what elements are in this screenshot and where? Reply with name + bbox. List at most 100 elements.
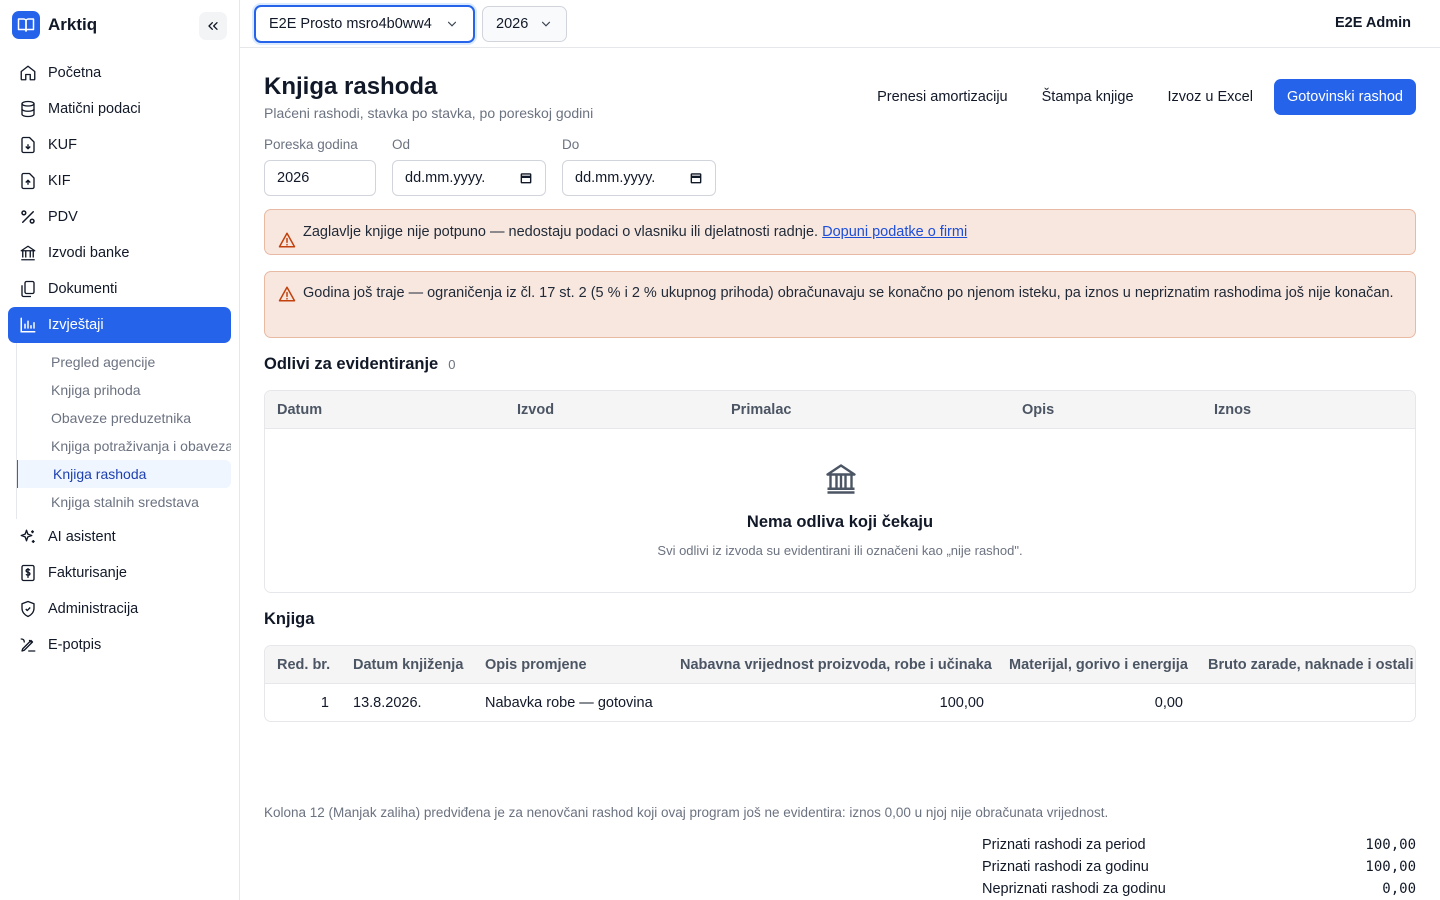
outflows-count: 0 bbox=[448, 357, 456, 372]
sidebar-nav: Početna Matični podaci KUF KIF PDV Izvod… bbox=[0, 50, 239, 663]
sidebar-item-izvjestaji[interactable]: Izvještaji bbox=[8, 307, 231, 343]
transfer-depreciation-button[interactable]: Prenesi amortizaciju bbox=[860, 79, 1025, 115]
tax-year-field: Poreska godina 2026 bbox=[264, 137, 376, 196]
to-date-input[interactable]: dd.mm.yyyy. bbox=[562, 160, 716, 196]
chevron-down-icon bbox=[447, 21, 457, 27]
header-incomplete-alert: Zaglavlje knjige nije potpuno — nedostaj… bbox=[264, 209, 1416, 255]
sidebar-item-label: KUF bbox=[48, 137, 77, 153]
signature-icon bbox=[18, 635, 38, 655]
sidebar-item-pocetna[interactable]: Početna bbox=[8, 55, 231, 91]
total-value: 100,00 bbox=[1365, 837, 1416, 853]
subnav-item-knjiga-rashoda[interactable]: Knjiga rashoda bbox=[16, 460, 231, 488]
collapse-sidebar-button[interactable] bbox=[199, 12, 227, 40]
export-excel-button[interactable]: Izvoz u Excel bbox=[1151, 79, 1270, 115]
topbar: E2E Prosto msro4b0ww4 2026 E2E Admin bbox=[240, 0, 1440, 48]
tax-year-label: Poreska godina bbox=[264, 137, 358, 152]
alert-text: Zaglavlje knjige nije potpuno — nedostaj… bbox=[303, 224, 823, 240]
subnav-item-obaveze-preduzetnika[interactable]: Obaveze preduzetnika bbox=[0, 404, 231, 432]
column-header[interactable]: Datum bbox=[277, 402, 322, 418]
file-download-icon bbox=[18, 135, 38, 155]
calendar-icon bbox=[520, 173, 532, 184]
column-header[interactable]: Materijal, gorivo i energija bbox=[1009, 657, 1188, 673]
sidebar-item-label: Izvještaji bbox=[48, 317, 104, 333]
sidebar-item-ai-asistent[interactable]: AI asistent bbox=[8, 519, 231, 555]
column-header[interactable]: Primalac bbox=[731, 402, 791, 418]
column-header[interactable]: Iznos bbox=[1214, 402, 1251, 418]
subnav-item-knjiga-potrazivanja[interactable]: Knjiga potraživanja i obaveza bbox=[0, 432, 231, 460]
row-purchase-value: 100,00 bbox=[939, 695, 984, 711]
total-unrecognized: Nepriznati rashodi za godinu 0,00 bbox=[982, 881, 1416, 900]
shield-icon bbox=[18, 599, 38, 619]
documents-icon bbox=[18, 279, 38, 299]
tax-year-value: 2026 bbox=[277, 170, 310, 186]
sidebar-item-label: AI asistent bbox=[48, 529, 116, 545]
column-header[interactable]: Bruto zarade, naknade i ostali lični ras… bbox=[1208, 657, 1415, 673]
row-description: Nabavka robe — gotovina bbox=[485, 695, 653, 711]
sidebar-item-label: Početna bbox=[48, 65, 102, 81]
tax-year-input[interactable]: 2026 bbox=[264, 160, 376, 196]
chevron-down-icon bbox=[541, 21, 551, 27]
outflows-table: Datum Izvod Primalac Opis Iznos Nema odl… bbox=[264, 390, 1416, 593]
sidebar: Arktiq Početna Matični podaci KUF KIF PD… bbox=[0, 0, 240, 900]
totals: Priznati rashodi za period 100,00 Prizna… bbox=[982, 837, 1416, 900]
app-name: Arktiq bbox=[48, 15, 98, 34]
outflows-title: Odlivi za evidentiranje 0 bbox=[264, 355, 455, 374]
sidebar-item-label: Fakturisanje bbox=[48, 565, 127, 581]
home-icon bbox=[18, 63, 38, 83]
column-header[interactable]: Opis promjene bbox=[485, 657, 587, 673]
sidebar-item-kuf[interactable]: KUF bbox=[8, 127, 231, 163]
sidebar-item-maticni-podaci[interactable]: Matični podaci bbox=[8, 91, 231, 127]
invoice-icon bbox=[18, 563, 38, 583]
user-menu[interactable]: E2E Admin bbox=[1335, 15, 1411, 31]
warning-icon bbox=[278, 223, 296, 267]
reports-subnav: Pregled agencije Knjiga prihoda Obaveze … bbox=[0, 343, 239, 519]
total-label: Priznati rashodi za period bbox=[982, 837, 1146, 853]
to-date-label: Do bbox=[562, 137, 580, 152]
warning-icon bbox=[278, 285, 296, 310]
complete-company-data-link[interactable]: Dopuni podatke o firmi bbox=[822, 224, 967, 240]
chevrons-left-icon bbox=[208, 21, 218, 30]
outflows-title-text: Odlivi za evidentiranje bbox=[264, 355, 439, 373]
column-header[interactable]: Opis bbox=[1022, 402, 1054, 418]
column-header[interactable]: Izvod bbox=[517, 402, 554, 418]
total-label: Nepriznati rashodi za godinu bbox=[982, 881, 1166, 897]
sidebar-item-dokumenti[interactable]: Dokumenti bbox=[8, 271, 231, 307]
book-title: Knjiga bbox=[264, 610, 315, 628]
sparkles-icon bbox=[18, 527, 38, 547]
sidebar-item-administracija[interactable]: Administracija bbox=[8, 591, 231, 627]
column-header[interactable]: Red. br. bbox=[277, 657, 330, 673]
subnav-item-pregled-agencije[interactable]: Pregled agencije bbox=[0, 348, 231, 376]
filters: Poreska godina 2026 Od dd.mm.yyyy. Do dd bbox=[264, 137, 732, 196]
print-book-button[interactable]: Štampa knjige bbox=[1025, 79, 1151, 115]
outflows-empty-state: Nema odliva koji čekaju Svi odlivi iz iz… bbox=[265, 429, 1415, 591]
sidebar-item-fakturisanje[interactable]: Fakturisanje bbox=[8, 555, 231, 591]
to-date-field: Do dd.mm.yyyy. bbox=[562, 137, 716, 196]
sidebar-item-e-potpis[interactable]: E-potpis bbox=[8, 627, 231, 663]
subnav-item-knjiga-stalnih-sredstava[interactable]: Knjiga stalnih sredstava bbox=[0, 488, 231, 516]
page-title: Knjiga rashoda bbox=[264, 73, 438, 100]
subnav-divider bbox=[16, 343, 17, 519]
year-select[interactable]: 2026 bbox=[482, 5, 567, 42]
cash-expense-button[interactable]: Gotovinski rashod bbox=[1273, 79, 1416, 115]
column-header[interactable]: Datum knjiženja bbox=[353, 657, 463, 673]
outflows-table-header: Datum Izvod Primalac Opis Iznos bbox=[265, 391, 1415, 429]
row-date: 13.8.2026. bbox=[353, 695, 422, 711]
book-table-header: Red. br. Datum knjiženja Opis promjene N… bbox=[265, 646, 1415, 684]
row-material-value: 0,00 bbox=[1154, 695, 1183, 711]
column-header[interactable]: Nabavna vrijednost proizvoda, robe i uči… bbox=[680, 657, 992, 673]
table-row[interactable]: 1 13.8.2026. Nabavka robe — gotovina 100… bbox=[265, 684, 1415, 721]
empty-title: Nema odliva koji čekaju bbox=[746, 513, 934, 531]
book-logo-icon bbox=[12, 11, 40, 39]
company-select[interactable]: E2E Prosto msro4b0ww4 bbox=[254, 4, 475, 43]
bank-icon bbox=[18, 243, 38, 263]
sidebar-item-label: Matični podaci bbox=[48, 101, 141, 117]
sidebar-item-pdv[interactable]: PDV bbox=[8, 199, 231, 235]
sidebar-item-kif[interactable]: KIF bbox=[8, 163, 231, 199]
total-label: Priznati rashodi za godinu bbox=[982, 859, 1149, 875]
subnav-item-knjiga-prihoda[interactable]: Knjiga prihoda bbox=[0, 376, 231, 404]
sidebar-item-izvodi-banke[interactable]: Izvodi banke bbox=[8, 235, 231, 271]
from-date-input[interactable]: dd.mm.yyyy. bbox=[392, 160, 546, 196]
sidebar-item-label: Izvodi banke bbox=[48, 245, 130, 261]
year-ongoing-alert: Godina još traje — ograničenja iz čl. 17… bbox=[264, 271, 1416, 338]
database-icon bbox=[18, 99, 38, 119]
